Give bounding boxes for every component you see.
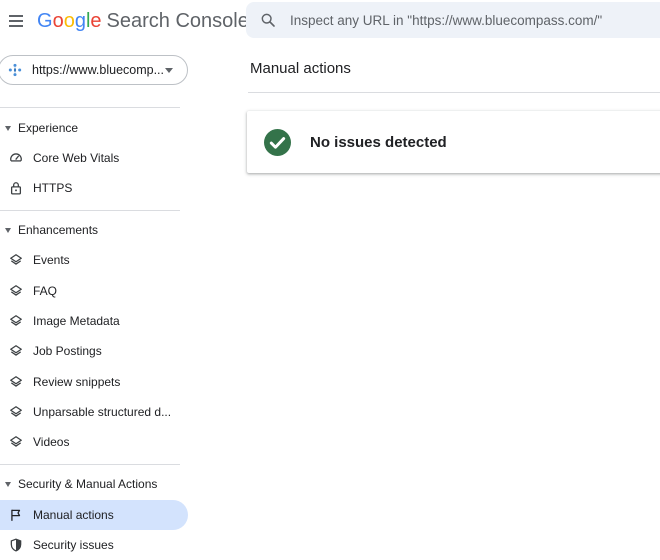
sidebar-divider: [0, 107, 180, 108]
page-title: Manual actions: [250, 60, 351, 77]
property-url: https://www.bluecomp...: [32, 63, 165, 77]
sidebar-item-label: HTTPS: [33, 181, 73, 195]
sidebar-divider: [0, 464, 180, 465]
sidebar-item-label: FAQ: [33, 284, 58, 298]
search-console-app: GoogleSearch Console https://www.bluecom…: [0, 0, 660, 560]
sidebar-item-label: Core Web Vitals: [33, 151, 120, 165]
collapse-triangle-icon: [5, 481, 11, 487]
flag-icon: [9, 508, 23, 522]
sidebar-item-review-snippets[interactable]: Review snippets: [0, 367, 188, 397]
section-security-manual-actions[interactable]: Security & Manual Actions: [0, 472, 157, 496]
logo-letter: o: [63, 10, 75, 32]
search-icon: [261, 13, 275, 27]
search-input[interactable]: [290, 12, 650, 28]
layers-icon: [9, 435, 23, 449]
sidebar-divider: [0, 210, 180, 211]
status-message: No issues detected: [310, 133, 447, 151]
layers-icon: [9, 344, 23, 358]
sidebar-item-https[interactable]: HTTPS: [0, 173, 188, 203]
section-label: Security & Manual Actions: [18, 477, 158, 491]
layers-icon: [9, 405, 23, 419]
shield-icon: [9, 538, 23, 552]
layers-icon: [9, 375, 23, 389]
status-card: No issues detected: [247, 111, 660, 173]
sidebar-item-manual-actions[interactable]: Manual actions: [0, 500, 188, 530]
sidebar-item-job-postings[interactable]: Job Postings: [0, 336, 188, 366]
logo-letter: e: [90, 10, 102, 32]
sidebar-item-core-web-vitals[interactable]: Core Web Vitals: [0, 143, 188, 173]
sidebar-item-label: Job Postings: [33, 344, 102, 358]
title-divider: [248, 92, 660, 93]
section-label: Experience: [18, 121, 79, 135]
section-label: Enhancements: [18, 223, 99, 237]
main-menu-button[interactable]: [6, 10, 28, 32]
logo-letter: o: [52, 10, 64, 32]
sidebar-item-label: Events: [33, 253, 70, 267]
sidebar-item-unparsable-structured-data[interactable]: Unparsable structured d...: [0, 397, 188, 427]
property-selector[interactable]: https://www.bluecomp...: [0, 55, 188, 85]
collapse-triangle-icon: [5, 125, 11, 131]
sidebar-item-image-metadata[interactable]: Image Metadata: [0, 306, 188, 336]
sidebar-item-label: Security issues: [33, 538, 114, 552]
url-inspection-search[interactable]: [246, 2, 660, 38]
site-favicon-icon: [8, 63, 22, 77]
chevron-down-icon: [165, 68, 173, 73]
sidebar-item-label: Videos: [33, 435, 70, 449]
sidebar-item-security-issues[interactable]: Security issues: [0, 530, 188, 560]
logo-letter: G: [37, 10, 53, 32]
section-enhancements[interactable]: Enhancements: [0, 218, 98, 242]
sidebar-item-label: Review snippets: [33, 375, 121, 389]
collapse-triangle-icon: [5, 227, 11, 233]
product-name: Search Console: [106, 10, 249, 32]
logo-letter: g: [74, 10, 86, 32]
layers-icon: [9, 253, 23, 267]
app-logo[interactable]: Google Search Console: [37, 10, 249, 33]
section-experience[interactable]: Experience: [0, 116, 78, 140]
gauge-icon: [9, 151, 23, 165]
lock-icon: [9, 181, 23, 195]
layers-icon: [9, 314, 23, 328]
sidebar-item-label: Unparsable structured d...: [33, 405, 172, 419]
sidebar-item-events[interactable]: Events: [0, 245, 188, 275]
check-circle-icon: [264, 128, 291, 156]
sidebar-item-label: Image Metadata: [33, 314, 120, 328]
sidebar-item-faq[interactable]: FAQ: [0, 276, 188, 306]
sidebar-item-videos[interactable]: Videos: [0, 427, 188, 457]
layers-icon: [9, 284, 23, 298]
sidebar-item-label: Manual actions: [33, 508, 114, 522]
